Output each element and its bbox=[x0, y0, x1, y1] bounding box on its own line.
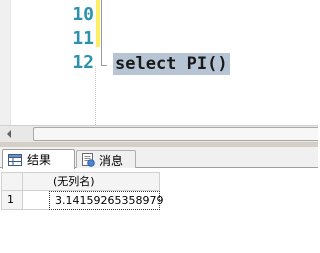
results-tab-bar: 结果 消息 bbox=[0, 147, 318, 169]
cell-gap bbox=[23, 191, 49, 210]
scroll-left-arrow-icon[interactable] bbox=[0, 126, 17, 142]
editor-horizontal-scrollbar[interactable] bbox=[0, 125, 318, 142]
editor-margin-divider bbox=[95, 66, 97, 125]
grid-icon bbox=[8, 153, 22, 166]
scrollbar-thumb[interactable] bbox=[33, 127, 318, 141]
line-number-12: 12 bbox=[72, 52, 94, 73]
grid-header-row: (无列名) bbox=[1, 172, 318, 191]
outline-guide-line bbox=[101, 0, 102, 66]
result-cell[interactable]: 3.14159265358979 bbox=[49, 191, 163, 210]
messages-icon bbox=[82, 153, 95, 167]
row-number[interactable]: 1 bbox=[1, 191, 23, 210]
tab-messages-label: 消息 bbox=[99, 153, 124, 168]
selected-code-line[interactable]: select PI() bbox=[113, 53, 230, 75]
change-tracking-bar bbox=[96, 0, 100, 47]
sql-query-window: 10 11 12 select PI() 结果 消息 (无列名) 1 3.141… bbox=[0, 0, 318, 253]
outline-guide-hook bbox=[101, 65, 107, 66]
column-header[interactable]: (无列名) bbox=[23, 172, 160, 191]
tab-results-label: 结果 bbox=[27, 153, 52, 167]
line-number-10: 10 bbox=[72, 4, 94, 25]
line-number-11: 11 bbox=[72, 28, 94, 49]
tab-results[interactable]: 结果 bbox=[2, 149, 75, 169]
table-row: 1 3.14159265358979 bbox=[1, 191, 318, 210]
grid-corner-cell[interactable] bbox=[1, 172, 23, 191]
tab-messages[interactable]: 消息 bbox=[76, 150, 136, 169]
editor-margin-strip bbox=[0, 0, 11, 125]
results-grid: (无列名) 1 3.14159265358979 bbox=[0, 168, 318, 253]
query-editor[interactable]: 10 11 12 select PI() bbox=[0, 0, 318, 125]
